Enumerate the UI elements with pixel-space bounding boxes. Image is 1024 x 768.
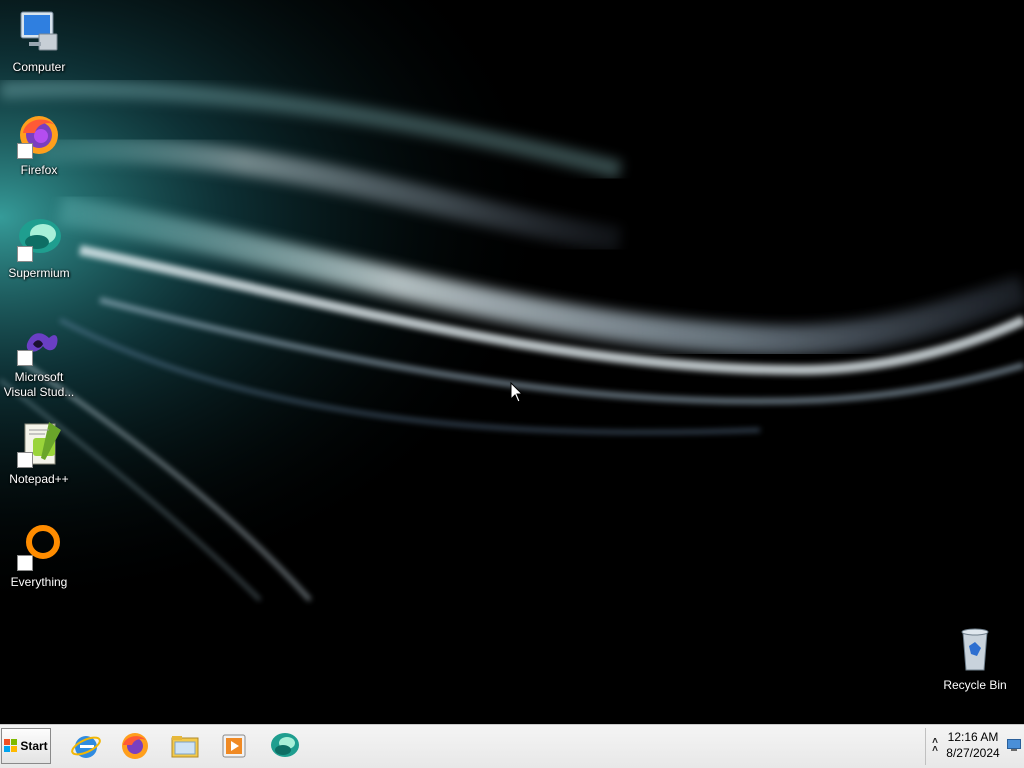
supermium-icon xyxy=(15,214,63,262)
wallpaper xyxy=(0,0,1024,724)
desktop-icon-recycle-bin[interactable]: Recycle Bin xyxy=(937,626,1013,693)
start-label: Start xyxy=(20,739,48,753)
clock-date: 8/27/2024 xyxy=(946,746,1000,760)
everything-icon xyxy=(15,523,63,571)
mouse-cursor-icon xyxy=(510,382,524,403)
desktop-icon-supermium[interactable]: Supermium xyxy=(1,214,77,281)
desktop-icon-visual-studio[interactable]: Microsoft Visual Stud... xyxy=(1,318,77,400)
file-explorer-icon xyxy=(171,736,199,758)
taskbar: Start ˄ ˄ 12:16 AM 8/27/2024 xyxy=(0,724,1024,768)
start-button[interactable]: Start xyxy=(1,728,51,764)
firefox-icon xyxy=(15,111,63,159)
desktop-icon-label: Notepad++ xyxy=(9,472,69,486)
computer-icon xyxy=(15,8,63,56)
clock[interactable]: 12:16 AM 8/27/2024 xyxy=(942,729,1004,761)
recycle-bin-icon xyxy=(951,626,999,674)
supermium-icon xyxy=(271,733,299,757)
taskbar-file-explorer[interactable] xyxy=(166,728,204,764)
desktop-icon-notepad-plus-plus[interactable]: Notepad++ xyxy=(1,420,77,487)
desktop-icon-computer[interactable]: Computer xyxy=(1,8,77,75)
system-tray: ˄ ˄ 12:16 AM 8/27/2024 xyxy=(925,728,1024,765)
taskbar-firefox[interactable] xyxy=(116,728,154,764)
desktop[interactable]: Computer Firefox Supermium Microsoft Vis… xyxy=(0,0,1024,724)
show-hidden-icons-chevron-icon[interactable]: ˄ ˄ xyxy=(930,737,940,755)
clock-time: 12:16 AM xyxy=(947,730,999,744)
desktop-icon-label: Recycle Bin xyxy=(943,678,1007,692)
desktop-icon-label: Everything xyxy=(10,575,68,589)
shortcut-arrow-icon xyxy=(17,246,33,262)
show-desktop-icon[interactable] xyxy=(1007,739,1021,751)
taskbar-supermium[interactable] xyxy=(266,728,304,764)
desktop-icon-label: Computer xyxy=(12,60,66,74)
desktop-icon-everything[interactable]: Everything xyxy=(1,523,77,590)
visual-studio-icon xyxy=(15,318,63,366)
shortcut-arrow-icon xyxy=(17,452,33,468)
notepad-plus-plus-icon xyxy=(15,420,63,468)
shortcut-arrow-icon xyxy=(17,143,33,159)
desktop-icon-label: Supermium xyxy=(8,266,70,280)
desktop-icon-label: Microsoft Visual Stud... xyxy=(3,370,75,399)
taskbar-media-player[interactable] xyxy=(215,728,253,764)
windows-logo-icon xyxy=(4,739,18,752)
media-player-icon xyxy=(222,734,246,758)
taskbar-internet-explorer[interactable] xyxy=(67,728,105,764)
desktop-icon-firefox[interactable]: Firefox xyxy=(1,111,77,178)
internet-explorer-icon xyxy=(71,736,101,758)
shortcut-arrow-icon xyxy=(17,555,33,571)
desktop-icon-label: Firefox xyxy=(20,163,58,177)
firefox-icon xyxy=(122,733,148,759)
shortcut-arrow-icon xyxy=(17,350,33,366)
